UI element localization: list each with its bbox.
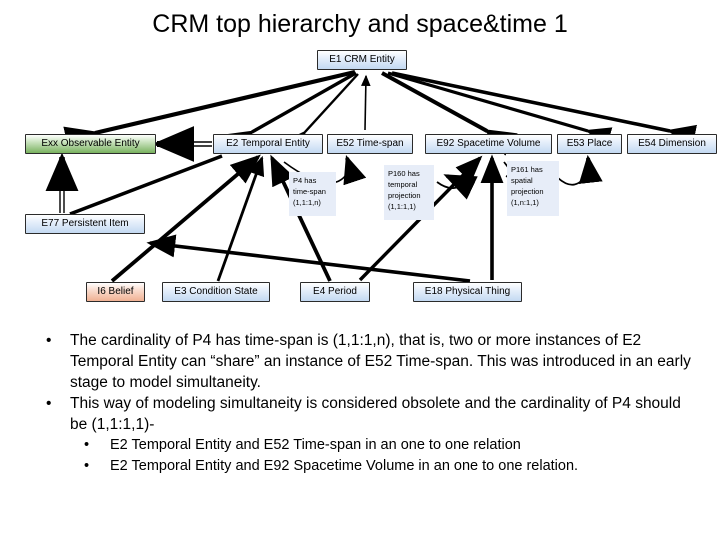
entity-box-e18[interactable]: E18 Physical Thing [413,282,522,302]
entity-box-label: E53 Place [566,137,613,149]
bullet-marker: • [46,395,52,412]
entity-box-i6[interactable]: I6 Belief [86,282,145,302]
arrow-e3-to-e2 [216,155,265,282]
property-note-line: projection [511,187,544,196]
bullet-level1-1: • The cardinality of P4 has time-span is… [36,330,696,393]
entity-box-label: E1 CRM Entity [329,53,395,65]
bullet-level1-2: • This way of modeling simultaneity is c… [36,393,696,435]
bullet-marker: • [84,458,90,474]
entity-box-label: E52 Time-span [336,137,404,149]
property-note-line: time-span [293,187,326,196]
arrow-p161-head [578,154,603,184]
entity-box-e3[interactable]: E3 Condition State [162,282,270,302]
bullet-level2-2-text: E2 Temporal Entity and E92 Spacetime Vol… [110,458,579,474]
bullet-level1-1-text: The cardinality of P4 has time-span is (… [70,332,691,391]
property-note-line: (1,1:1,n) [293,198,321,207]
entity-box-e77[interactable]: E77 Persistent Item [25,214,145,234]
property-note-p4: P4 has time-span (1,1:1,n) [289,172,336,216]
arrow-e92-to-e1 [381,71,518,156]
property-note-line: P161 has [511,165,543,174]
property-note-line: spatial [511,176,533,185]
property-note-p160: P160 has temporal projection (1,1:1,1) [384,165,434,220]
arrow-exx-to-e1 [63,69,356,153]
bullet-level2-1: • E2 Temporal Entity and E52 Time-span i… [36,435,696,456]
arrow-e2-to-e1 [225,71,357,154]
arrow-e2-to-e77 [69,154,223,216]
entity-box-label: E77 Persistent Item [41,217,129,229]
property-note-line: (1,1:1,1) [388,202,416,211]
property-note-line: temporal [388,180,418,189]
property-note-line: P160 has [388,169,420,178]
arrow-e52b-to-e1 [361,74,371,131]
entity-box-label: E2 Temporal Entity [226,137,310,149]
entity-box-e1[interactable]: E1 CRM Entity [317,50,407,70]
bullet-level1-2-text: This way of modeling simultaneity is con… [70,395,681,433]
slide-canvas: CRM top hierarchy and space&time 1 E1 CR… [0,0,720,540]
arrow-e18-to-e77 [146,234,471,283]
entity-box-e2[interactable]: E2 Temporal Entity [213,134,323,154]
entity-box-label: E18 Physical Thing [424,285,511,297]
entity-box-e92[interactable]: E92 Spacetime Volume [425,134,552,154]
bullet-marker: • [84,437,90,453]
arrow-p161-e92-e53 [557,171,589,186]
arrow-p4-head [343,154,367,186]
entity-box-e4[interactable]: E4 Period [300,282,370,302]
property-note-line: P4 has [293,176,317,185]
bullet-marker: • [46,332,52,349]
arrow-p160-e92-e52 [436,177,469,189]
entity-box-label: E54 Dimension [638,137,706,149]
entity-box-exx[interactable]: Exx Observable Entity [25,134,156,154]
property-note-line: (1,n:1,1) [511,198,539,207]
entity-box-label: I6 Belief [97,285,134,297]
bullet-level2-2: • E2 Temporal Entity and E92 Spacetime V… [36,456,696,477]
arrow-e53-to-e1 [387,71,613,148]
page-title: CRM top hierarchy and space&time 1 [152,10,568,38]
entity-box-e52[interactable]: E52 Time-span [327,134,413,154]
entity-box-label: E4 Period [313,285,357,297]
entity-box-label: E3 Condition State [174,285,258,297]
arrow-e54-to-e1 [391,71,698,148]
property-note-line: projection [388,191,421,200]
arrow-e52-to-e1 [287,73,359,150]
entity-box-e54[interactable]: E54 Dimension [627,134,717,154]
entity-box-label: Exx Observable Entity [41,137,140,149]
property-note-p161: P161 has spatial projection (1,n:1,1) [507,161,559,216]
bullet-text-block: • The cardinality of P4 has time-span is… [36,330,696,477]
arrow-p160-head2 [443,174,478,200]
bullet-level2-1-text: E2 Temporal Entity and E52 Time-span in … [110,437,521,453]
entity-box-label: E92 Spacetime Volume [436,137,541,149]
entity-box-e53[interactable]: E53 Place [557,134,622,154]
